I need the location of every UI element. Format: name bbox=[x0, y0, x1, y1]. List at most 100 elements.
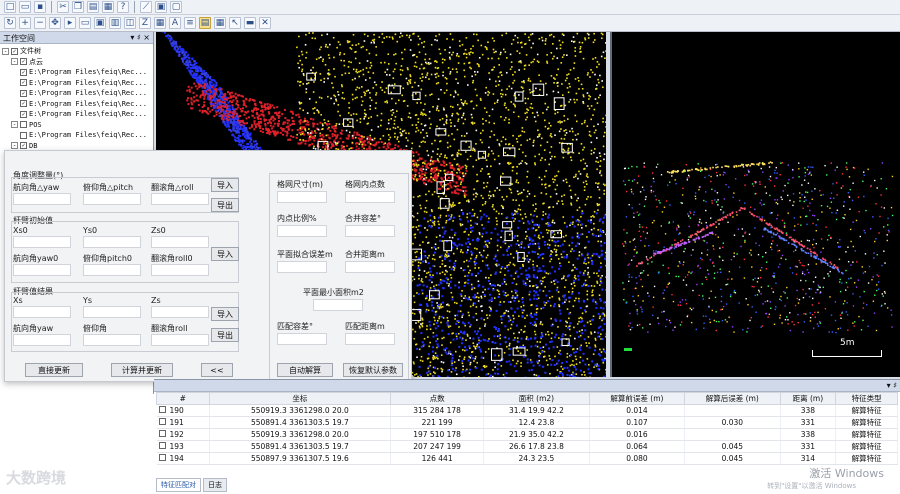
pitch-input[interactable] bbox=[83, 193, 141, 205]
text-icon[interactable]: A bbox=[169, 17, 181, 29]
open-folder-icon[interactable]: ▭ bbox=[19, 1, 31, 13]
tree-checkbox[interactable] bbox=[20, 131, 27, 139]
new-file-icon[interactable]: □ bbox=[4, 1, 16, 13]
column-header[interactable]: 点数 bbox=[390, 392, 485, 405]
export-result-button[interactable]: 导出 bbox=[211, 328, 239, 342]
pan-icon[interactable]: ✥ bbox=[49, 17, 61, 29]
table-row[interactable]: 190 550919.3 3361298.0 20.0 315 284 178 31.… bbox=[156, 404, 898, 417]
tree-checkbox[interactable]: ✓ bbox=[20, 89, 27, 97]
roll-input[interactable] bbox=[151, 193, 209, 205]
ruler-icon[interactable]: ▬ bbox=[244, 17, 256, 29]
front-view-icon[interactable]: ▭ bbox=[79, 17, 91, 29]
zs0-input[interactable] bbox=[151, 236, 209, 248]
column-header[interactable]: # bbox=[156, 392, 210, 405]
import-result-button[interactable]: 导入 bbox=[211, 307, 239, 321]
inner-ratio-input[interactable] bbox=[277, 225, 327, 237]
layer-icon[interactable]: ▤ bbox=[199, 17, 211, 29]
column-header[interactable]: 坐标 bbox=[208, 392, 392, 405]
z-axis-icon[interactable]: Z bbox=[139, 17, 151, 29]
side-view-icon[interactable]: ▥ bbox=[109, 17, 121, 29]
yaw0-input[interactable] bbox=[13, 264, 71, 276]
ys0-input[interactable] bbox=[83, 236, 141, 248]
table-row[interactable]: 194 550897.9 3361307.5 19.6 126 441 24.3 23… bbox=[156, 452, 898, 465]
expand-icon[interactable]: - bbox=[11, 58, 18, 66]
save-icon[interactable]: ▪ bbox=[34, 1, 46, 13]
merge-dist-input[interactable] bbox=[345, 261, 395, 273]
top-view-icon[interactable]: ▣ bbox=[94, 17, 106, 29]
pin-close-icon[interactable]: ▾ ♯ × bbox=[130, 33, 150, 42]
tab-0[interactable]: 特征匹配对 bbox=[156, 478, 201, 492]
import-init-button[interactable]: 导入 bbox=[211, 247, 239, 261]
row-checkbox[interactable] bbox=[158, 418, 166, 425]
collapse-button[interactable]: << bbox=[201, 363, 233, 377]
export-angle-button[interactable]: 导出 bbox=[211, 198, 239, 212]
plane-fit-input[interactable] bbox=[277, 261, 327, 273]
pin-icon[interactable]: ▾ ♯ bbox=[887, 381, 897, 390]
tree-checkbox[interactable]: ✓ bbox=[11, 47, 18, 55]
zoom-in-icon[interactable]: + bbox=[19, 17, 31, 29]
roll0-input[interactable] bbox=[151, 264, 209, 276]
tree-node[interactable]: - ✓ 点云 bbox=[2, 57, 151, 68]
zoom-out-icon[interactable]: − bbox=[34, 17, 46, 29]
restore-defaults-button[interactable]: 恢复默认参数 bbox=[343, 363, 403, 377]
direct-update-button[interactable]: 直接更新 bbox=[25, 363, 83, 377]
column-header[interactable]: 特征类型 bbox=[835, 392, 898, 405]
pitch0-input[interactable] bbox=[83, 264, 141, 276]
tree-node[interactable]: ✓E:\Program Files\feiq\Rec... bbox=[2, 88, 151, 99]
tree-node[interactable]: ✓E:\Program Files\feiq\Rec... bbox=[2, 67, 151, 78]
column-header[interactable]: 面积 (m2) bbox=[483, 392, 590, 405]
grid-icon[interactable]: ▦ bbox=[154, 17, 166, 29]
tree-node[interactable]: - ✓ 文件树 bbox=[2, 46, 151, 57]
tree-checkbox[interactable]: ✓ bbox=[20, 79, 27, 87]
layout-icon[interactable]: ▣ bbox=[155, 1, 167, 13]
xs0-input[interactable] bbox=[13, 236, 71, 248]
match-tol-input[interactable] bbox=[277, 333, 327, 345]
calc-update-button[interactable]: 计算并更新 bbox=[111, 363, 173, 377]
row-checkbox[interactable] bbox=[158, 430, 166, 437]
expand-icon[interactable]: - bbox=[11, 121, 18, 129]
tree-node[interactable]: - POS bbox=[2, 120, 151, 131]
delete-icon[interactable]: ✕ bbox=[259, 17, 271, 29]
copy-icon[interactable]: ❐ bbox=[72, 1, 84, 13]
window-icon[interactable]: ▢ bbox=[170, 1, 182, 13]
point-cloud-side-view[interactable]: 5m bbox=[610, 32, 900, 377]
import-angle-button[interactable]: 导入 bbox=[211, 178, 239, 192]
column-header[interactable]: 解算前误差 (m) bbox=[588, 392, 686, 405]
help-icon[interactable]: ? bbox=[117, 1, 129, 13]
grid-size-input[interactable] bbox=[277, 191, 327, 203]
paste-icon[interactable]: ▤ bbox=[87, 1, 99, 13]
grid-points-input[interactable] bbox=[345, 191, 395, 203]
tab-1[interactable]: 日志 bbox=[203, 478, 227, 492]
cursor-icon[interactable]: ↖ bbox=[229, 17, 241, 29]
tree-checkbox[interactable]: ✓ bbox=[20, 68, 27, 76]
print-icon[interactable]: ▦ bbox=[102, 1, 114, 13]
tree-node[interactable]: ✓E:\Program Files\feiq\Rec... bbox=[2, 78, 151, 89]
tree-node[interactable]: ✓E:\Program Files\feiq\Rec... bbox=[2, 99, 151, 110]
side-view-canvas[interactable] bbox=[612, 32, 900, 377]
refresh-icon[interactable]: ↻ bbox=[4, 17, 16, 29]
table-icon[interactable]: ▦ bbox=[214, 17, 226, 29]
tree-node[interactable]: ✓E:\Program Files\feiq\Rec... bbox=[2, 109, 151, 120]
cube-icon[interactable]: ◫ bbox=[124, 17, 136, 29]
match-dist-input[interactable] bbox=[345, 333, 395, 345]
list-icon[interactable]: ≡ bbox=[184, 17, 196, 29]
cut-icon[interactable]: ✂ bbox=[57, 1, 69, 13]
row-checkbox[interactable] bbox=[158, 442, 166, 449]
table-row[interactable]: 193 550891.4 3361303.5 19.7 207 247 199 26.… bbox=[156, 440, 898, 453]
row-checkbox[interactable] bbox=[158, 406, 166, 413]
tree-checkbox[interactable]: ✓ bbox=[20, 110, 27, 118]
tree-checkbox[interactable] bbox=[20, 121, 27, 129]
plane-min-area-input[interactable] bbox=[313, 299, 363, 311]
column-header[interactable]: 解算后误差 (m) bbox=[684, 392, 781, 405]
auto-solve-button[interactable]: 自动解算 bbox=[277, 363, 333, 377]
column-header[interactable]: 距离 (m) bbox=[779, 392, 837, 405]
table-row[interactable]: 191 550891.4 3361303.5 19.7 221 199 12.4 23… bbox=[156, 416, 898, 429]
measure-icon[interactable]: ⟋ bbox=[140, 1, 152, 13]
tree-node[interactable]: E:\Program Files\feiq\Rec... bbox=[2, 130, 151, 141]
table-row[interactable]: 192 550919.3 3361298.0 20.0 197 510 178 21.… bbox=[156, 428, 898, 441]
tree-checkbox[interactable]: ✓ bbox=[20, 100, 27, 108]
expand-icon[interactable]: - bbox=[11, 142, 18, 150]
select-icon[interactable]: ▸ bbox=[64, 17, 76, 29]
yaw-input[interactable] bbox=[13, 193, 71, 205]
expand-icon[interactable]: - bbox=[2, 47, 9, 55]
